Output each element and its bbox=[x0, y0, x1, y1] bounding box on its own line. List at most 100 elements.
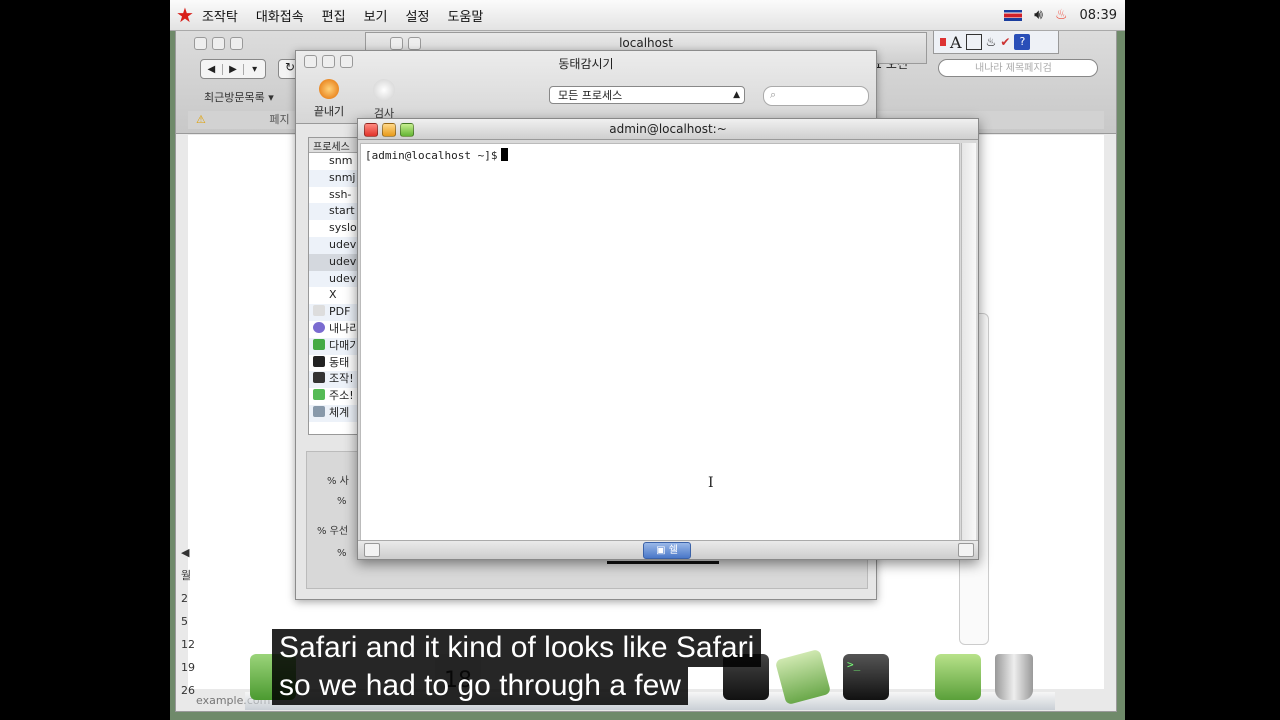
back-arrow-icon[interactable]: ◀ bbox=[201, 63, 223, 75]
calendar-sidebar: ◀ 월 2 5 12 19 26 bbox=[181, 541, 195, 702]
menu-item-help[interactable]: 도움말 bbox=[447, 6, 483, 25]
stat-label: % bbox=[337, 548, 347, 559]
check-icon[interactable]: ✔ bbox=[1000, 35, 1010, 49]
stat-label: % 우선 bbox=[317, 526, 349, 537]
flag-icon[interactable] bbox=[1004, 9, 1023, 21]
caption-line: so we had to go through a few bbox=[272, 667, 688, 705]
trash-icon[interactable] bbox=[995, 654, 1033, 700]
menu-item-terminal[interactable]: 조작탁 bbox=[202, 6, 238, 25]
terminal-window[interactable]: admin@localhost:~ [admin@localhost ~]$ I… bbox=[357, 118, 979, 560]
new-tab-icon[interactable] bbox=[364, 543, 380, 557]
reload-icon: ↻ bbox=[284, 60, 296, 74]
terminal-app-icon[interactable]: >_ bbox=[843, 654, 889, 700]
history-dropdown-icon[interactable]: ▾ bbox=[244, 64, 265, 75]
media-icon bbox=[313, 338, 325, 350]
activity-titlebar: 동태감시기 끝내기 검사 모든 프로세스 ▲ ⌕ bbox=[296, 51, 876, 124]
sidebar-nav-arrow[interactable]: ◀ bbox=[181, 541, 195, 564]
clock[interactable]: 08:39 bbox=[1080, 8, 1117, 23]
browser-tab[interactable]: 페지 bbox=[269, 113, 289, 126]
process-search-input[interactable]: ⌕ bbox=[763, 86, 869, 106]
process-name: PDF bbox=[329, 305, 351, 319]
addressbook-icon bbox=[313, 389, 325, 401]
status-area: 🔊︎ ♨ 08:39 bbox=[1004, 0, 1117, 30]
menu-item-connection[interactable]: 대화접속 bbox=[256, 6, 304, 25]
video-caption: Safari and it kind of looks like Safari … bbox=[272, 629, 762, 705]
ibeam-cursor-icon: I bbox=[708, 475, 714, 491]
process-name: udev bbox=[329, 237, 357, 251]
caption-line: Safari and it kind of looks like Safari bbox=[272, 629, 762, 667]
sidebar-text: 19 bbox=[181, 661, 195, 674]
indicator-icon bbox=[940, 38, 946, 46]
volume-icon[interactable]: 🔊︎ bbox=[1034, 7, 1043, 23]
process-name: syslo bbox=[329, 221, 357, 235]
pdf-icon bbox=[313, 305, 325, 317]
quit-process-button[interactable]: 끝내기 bbox=[306, 79, 352, 119]
process-name: udev bbox=[329, 271, 357, 285]
process-name: snm bbox=[329, 154, 353, 167]
terminal-scrollbar[interactable] bbox=[961, 143, 976, 541]
browser-search-input[interactable]: 내나라 제목페지검 bbox=[938, 59, 1098, 77]
close-icon[interactable] bbox=[194, 37, 207, 50]
process-name: 체계 bbox=[329, 405, 350, 419]
sidebar-text: 5 bbox=[181, 615, 188, 628]
input-method-toolbar: A ♨ ✔ ? bbox=[933, 30, 1059, 54]
shell-prompt: [admin@localhost ~]$ bbox=[365, 149, 498, 162]
desktop: ◀ ▶ ▾ ↻ 최근방문목록 ▾ 01 오전 내나라 제목페지검 ⚠ 페지 ◀ … bbox=[170, 0, 1125, 720]
star-logo-icon[interactable]: ★ bbox=[176, 3, 194, 27]
menu-item-edit[interactable]: 편집 bbox=[322, 6, 346, 25]
process-name: udev bbox=[329, 254, 357, 268]
terminal-titlebar: admin@localhost:~ bbox=[358, 119, 978, 140]
menu-item-settings[interactable]: 설정 bbox=[406, 6, 430, 25]
layout-icon[interactable] bbox=[965, 34, 982, 50]
filter-value: 모든 프로세스 bbox=[558, 89, 623, 102]
inspect-button[interactable]: 검사 bbox=[364, 79, 404, 121]
back-forward-control[interactable]: ◀ ▶ ▾ bbox=[200, 59, 266, 79]
sidebar-text: 월 bbox=[181, 569, 192, 582]
process-filter-select[interactable]: 모든 프로세스 ▲ bbox=[549, 86, 745, 104]
folder-icon[interactable] bbox=[935, 654, 981, 700]
updown-arrow-icon: ▲ bbox=[733, 90, 740, 100]
terminal-tabbar: ▣ 쉘 bbox=[358, 540, 978, 559]
terminal-icon: ▣ bbox=[656, 545, 666, 556]
quit-label: 끝내기 bbox=[313, 105, 345, 118]
bookmarks-menu[interactable]: 최근방문목록 ▾ bbox=[204, 89, 274, 105]
text-cursor bbox=[501, 148, 509, 161]
terminal-body[interactable]: [admin@localhost ~]$ bbox=[360, 143, 960, 541]
menu-item-view[interactable]: 보기 bbox=[364, 6, 388, 25]
fire-icon[interactable]: ♨ bbox=[1055, 7, 1068, 23]
help-icon[interactable]: ? bbox=[1014, 34, 1031, 50]
font-icon[interactable]: A bbox=[950, 33, 962, 52]
process-name: 주소! bbox=[329, 389, 354, 403]
warning-icon: ⚠ bbox=[196, 113, 206, 126]
sidebar-text: 12 bbox=[181, 638, 195, 651]
system-icon bbox=[313, 405, 325, 417]
minimize-icon[interactable] bbox=[212, 37, 225, 50]
info-icon bbox=[373, 79, 395, 101]
window-title: admin@localhost:~ bbox=[609, 122, 727, 136]
search-icon: ⌕ bbox=[770, 88, 777, 101]
stat-label: % 사 bbox=[327, 476, 349, 487]
tab-label: 쉘 bbox=[668, 545, 678, 556]
process-name: X bbox=[329, 288, 337, 302]
stop-icon bbox=[319, 79, 339, 99]
terminal-icon bbox=[313, 372, 325, 384]
menu-bar: ★ 조작탁 대화접속 편집 보기 설정 도움말 🔊︎ ♨ 08:39 bbox=[170, 0, 1125, 31]
process-name: 조작! bbox=[329, 372, 354, 386]
process-name: snmj bbox=[329, 170, 356, 184]
process-name: ssh- bbox=[329, 187, 352, 201]
resize-icon[interactable] bbox=[958, 543, 974, 557]
shell-tab[interactable]: ▣ 쉘 bbox=[643, 542, 691, 559]
process-name: start bbox=[329, 204, 355, 218]
window-title: 동태감시기 bbox=[558, 57, 614, 71]
browser-icon bbox=[313, 321, 325, 333]
monitor-icon bbox=[313, 355, 325, 367]
cup-icon[interactable]: ♨ bbox=[986, 35, 997, 49]
zoom-icon[interactable] bbox=[230, 37, 243, 50]
graph-line bbox=[607, 561, 719, 564]
forward-arrow-icon[interactable]: ▶ bbox=[223, 63, 245, 75]
stat-label: % bbox=[337, 496, 347, 507]
sidebar-text: 2 bbox=[181, 592, 188, 605]
sidebar-text: 26 bbox=[181, 684, 195, 697]
process-name: 내나리 bbox=[329, 321, 360, 335]
process-name: 동태 bbox=[329, 355, 350, 369]
